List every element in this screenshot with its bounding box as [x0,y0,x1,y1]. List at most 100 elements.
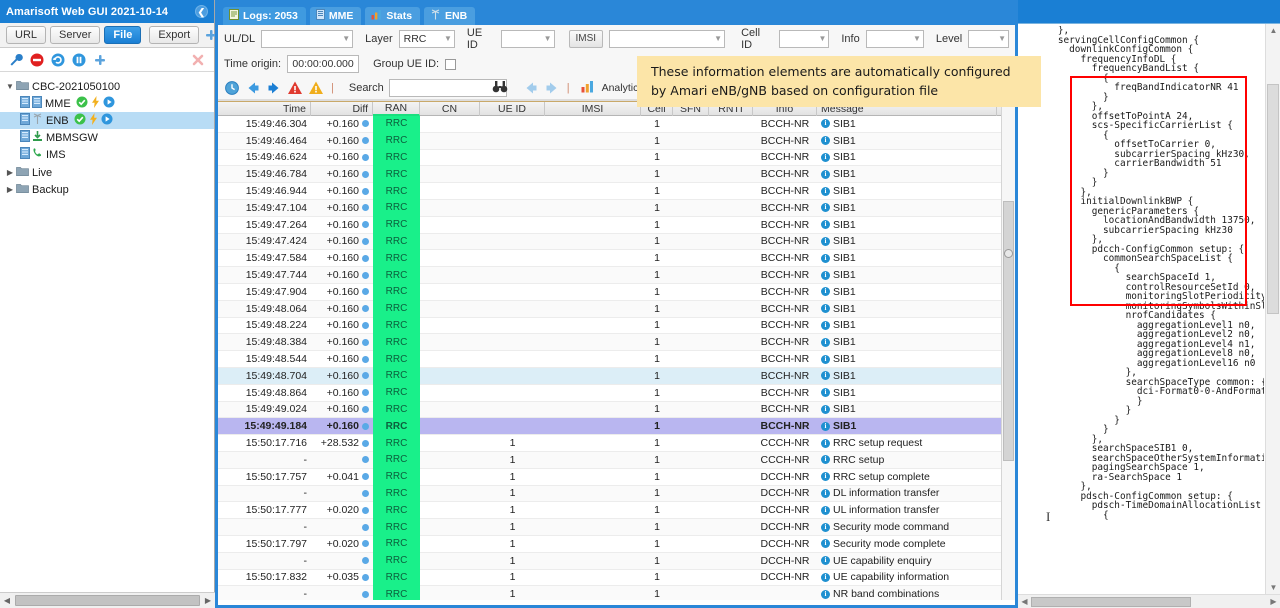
tab-mme[interactable]: MME [308,6,363,25]
info-icon[interactable]: i [821,421,830,431]
search-input[interactable] [388,78,507,97]
imsi-select[interactable]: ▼ [609,29,726,48]
scroll-right-icon[interactable]: ▶ [1267,597,1280,606]
table-row[interactable]: 15:49:49.184 +0.160 RRC 1 BCCH-NR i SIB1 [218,417,1015,436]
table-row[interactable]: 15:49:47.584 +0.160 RRC 1 BCCH-NR i SIB1 [218,249,1015,268]
info-icon[interactable]: i [821,572,830,582]
column-header-time[interactable]: Time [218,102,311,116]
table-row[interactable]: 15:49:48.704 +0.160 RRC 1 BCCH-NR i SIB1 [218,367,1015,385]
imsi-button[interactable]: IMSI [568,29,604,48]
info-icon[interactable]: i [821,203,830,213]
server-button[interactable]: Server [50,26,101,44]
close-icon[interactable] [190,52,206,68]
column-header-cn[interactable]: CN [420,102,480,116]
table-row[interactable]: - RRC 1 1 DCCH-NR i DL information transfer [218,485,1015,503]
refresh-icon[interactable] [50,52,66,68]
scroll-left-icon[interactable]: ◀ [1018,597,1031,606]
table-row[interactable]: 15:49:46.464 +0.160 RRC 1 BCCH-NR i SIB1 [218,132,1015,150]
config-vertical-scrollbar[interactable]: ▲ ▼ [1265,24,1280,594]
info-icon[interactable]: i [821,488,830,498]
play-icon[interactable] [103,96,115,111]
table-row[interactable]: - RRC 1 1 i NR band combinations [218,585,1015,600]
binoculars-icon[interactable] [492,80,508,96]
wrench-icon[interactable] [8,52,24,68]
info-icon[interactable]: i [821,371,830,381]
config-text-area[interactable]: }, servingCellConfigCommon { downlinkCon… [1018,23,1280,608]
info-icon[interactable]: i [821,220,830,230]
table-row[interactable]: 15:50:17.716 +28.532 RRC 1 1 CCCH-NR i RRC setu… [218,434,1015,452]
info-icon[interactable]: i [821,472,830,482]
bolt-icon[interactable] [89,113,98,128]
column-header-ran[interactable]: RAN [373,102,420,116]
forward-arrow-icon[interactable] [266,80,282,96]
file-button[interactable]: File [104,26,142,44]
sidebar-horizontal-scrollbar[interactable]: ◀ ▶ [0,592,215,608]
scrollbar-thumb[interactable] [15,595,200,606]
pause-icon[interactable] [71,52,87,68]
scroll-resize-handle-icon[interactable] [1004,249,1013,258]
check-icon[interactable] [74,113,86,128]
info-icon[interactable]: i [821,253,830,263]
tab-enb[interactable]: ENB [423,6,477,25]
tab-stats[interactable]: Stats [364,6,422,25]
expand-arrow-icon[interactable]: ▼ [4,82,16,91]
table-row[interactable]: 15:49:46.944 +0.160 RRC 1 BCCH-NR i SIB1 [218,182,1015,200]
info-icon[interactable]: i [821,270,830,280]
info-icon[interactable]: i [821,304,830,314]
info-icon[interactable]: i [821,589,830,599]
prev-arrow-icon[interactable] [523,80,539,96]
table-row[interactable]: 15:49:48.544 +0.160 RRC 1 BCCH-NR i SIB1 [218,350,1015,368]
ueid-select[interactable]: ▼ [501,29,555,48]
tab-logs[interactable]: Logs: 2053 [222,6,307,25]
add-icon[interactable] [92,52,108,68]
table-row[interactable]: 15:49:48.864 +0.160 RRC 1 BCCH-NR i SIB1 [218,384,1015,402]
tree-item-ims[interactable]: IMS [0,146,214,163]
info-icon[interactable]: i [821,522,830,532]
cellid-select[interactable]: ▼ [778,29,830,48]
info-icon[interactable]: i [821,169,830,179]
table-row[interactable]: - RRC 1 1 DCCH-NR i UE capability enquiry [218,552,1015,570]
info-icon[interactable]: i [821,320,830,330]
column-header-ueid[interactable]: UE ID [480,102,545,116]
table-row[interactable]: 15:49:47.744 +0.160 RRC 1 BCCH-NR i SIB1 [218,266,1015,284]
scroll-down-icon[interactable]: ▼ [1268,583,1279,592]
next-arrow-icon[interactable] [544,80,560,96]
table-row[interactable]: 15:50:17.797 +0.020 RRC 1 1 DCCH-NR i Security … [218,535,1015,553]
table-row[interactable]: 15:50:17.777 +0.020 RRC 1 1 DCCH-NR i UL inform… [218,501,1015,520]
tree-item-mbmsgw[interactable]: MBMSGW [0,129,214,146]
info-icon[interactable]: i [821,186,830,196]
table-row[interactable]: - RRC 1 1 CCCH-NR i RRC setup [218,451,1015,469]
scroll-right-icon[interactable]: ▶ [201,596,215,605]
table-row[interactable]: 15:49:46.624 +0.160 RRC 1 BCCH-NR i SIB1 [218,149,1015,167]
bar-chart-icon[interactable] [581,80,597,96]
scrollbar-thumb[interactable] [1031,596,1191,607]
scrollbar-thumb[interactable] [1267,84,1279,314]
time-origin-input[interactable]: 00:00:00.000 [287,55,360,73]
url-button[interactable]: URL [6,26,47,44]
table-row[interactable]: 15:49:48.064 +0.160 RRC 1 BCCH-NR i SIB1 [218,300,1015,318]
collapse-arrow-icon[interactable]: ▶ [4,168,16,177]
check-icon[interactable] [76,96,88,111]
error-icon[interactable] [287,80,303,96]
info-icon[interactable]: i [821,287,830,297]
table-row[interactable]: 15:50:17.832 +0.035 RRC 1 1 DCCH-NR i UE capabi… [218,569,1015,587]
tree-item-backup[interactable]: ▶ Backup [0,181,214,198]
table-row[interactable]: 15:49:46.304 +0.160 RRC 1 BCCH-NR i SIB1 [218,116,1015,133]
info-icon[interactable]: i [821,236,830,246]
table-row[interactable]: 15:50:17.757 +0.041 RRC 1 1 DCCH-NR i RRC setup… [218,468,1015,486]
scroll-left-icon[interactable]: ◀ [0,596,14,605]
info-icon[interactable]: i [821,455,830,465]
group-ueid-checkbox[interactable] [445,58,457,70]
tree-item-mme[interactable]: MME [0,95,214,112]
table-row[interactable]: 15:49:46.784 +0.160 RRC 1 BCCH-NR i SIB1 [218,165,1015,184]
scroll-up-icon[interactable]: ▲ [1268,26,1279,35]
uldl-select[interactable]: ▼ [261,29,354,48]
info-icon[interactable]: i [821,556,830,566]
table-vertical-scrollbar[interactable] [1001,101,1015,600]
play-icon[interactable] [101,113,113,128]
tree-item-live[interactable]: ▶ Live [0,164,214,181]
table-row[interactable]: 15:49:47.904 +0.160 RRC 1 BCCH-NR i SIB1 [218,283,1015,301]
table-row[interactable]: 15:49:48.224 +0.160 RRC 1 BCCH-NR i SIB1 [218,317,1015,335]
info-icon[interactable]: i [821,438,830,448]
info-icon[interactable]: i [821,388,830,398]
